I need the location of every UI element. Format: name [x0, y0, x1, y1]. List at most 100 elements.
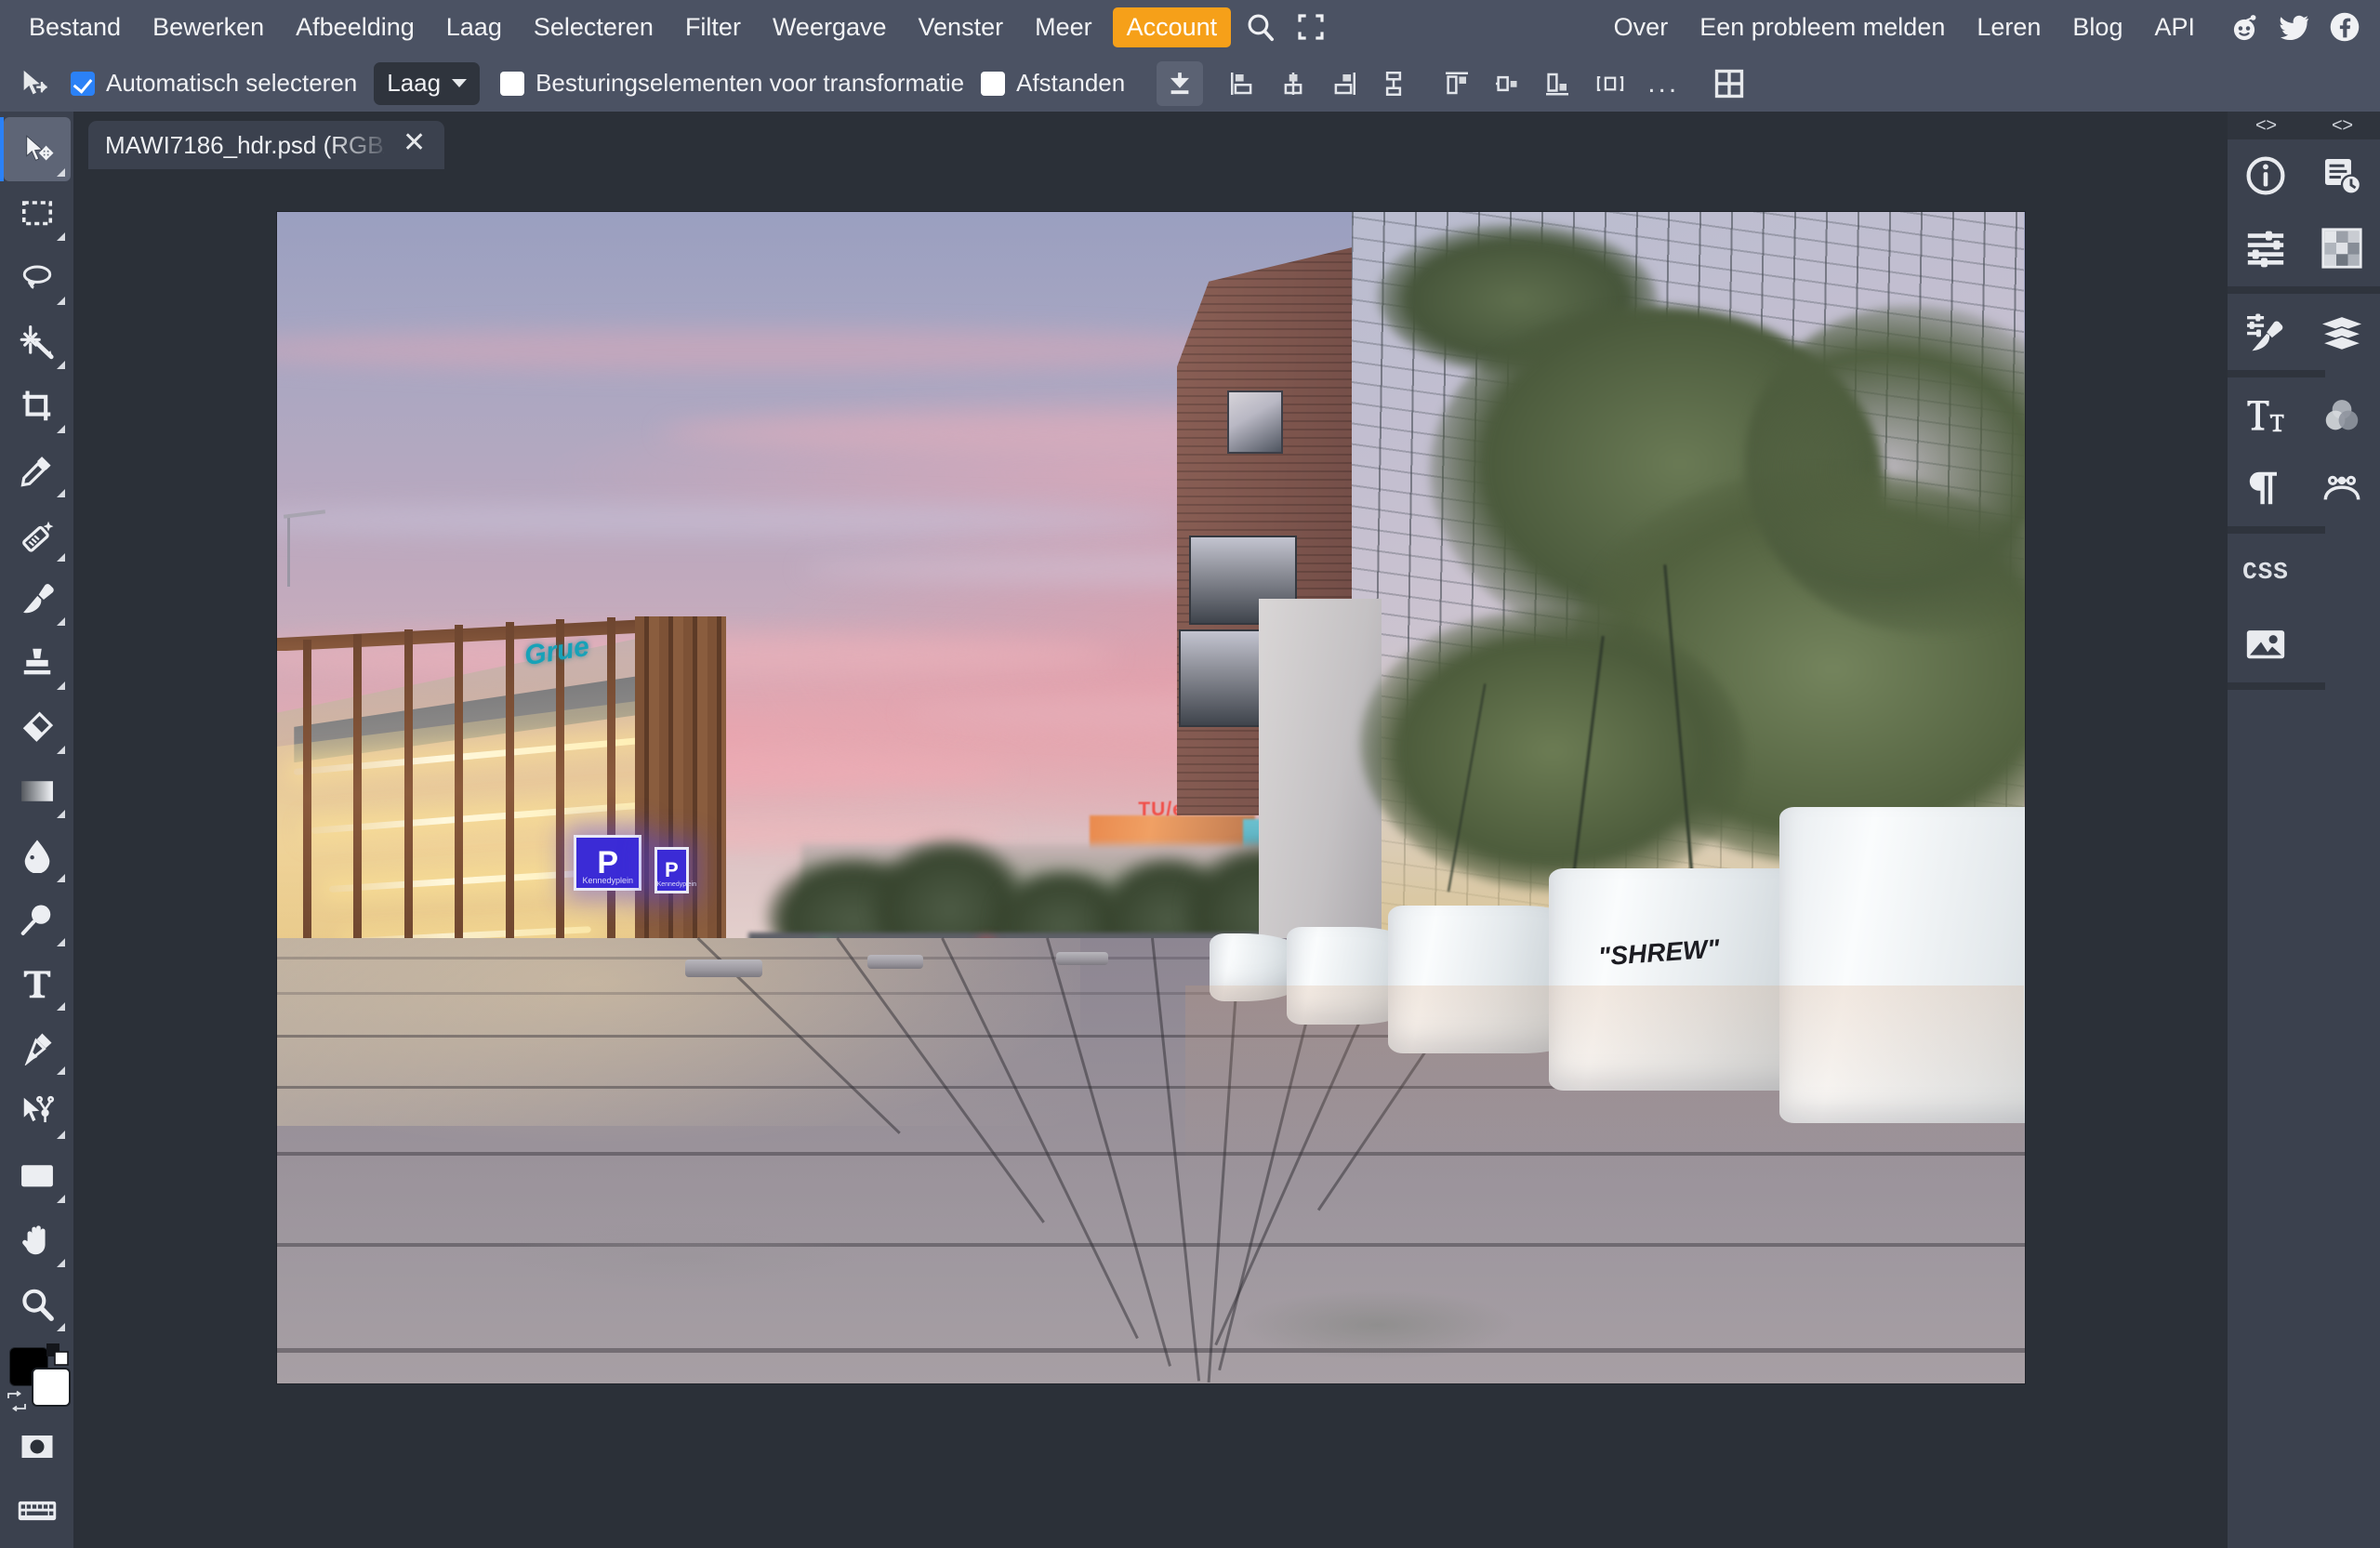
- menu-blog[interactable]: Blog: [2056, 7, 2138, 48]
- panel-brush-settings[interactable]: [2228, 296, 2304, 368]
- collapse-left-icon[interactable]: < >: [2255, 115, 2277, 137]
- menu-meer[interactable]: Meer: [1019, 7, 1108, 48]
- tool-lasso[interactable]: [4, 245, 71, 310]
- menu-report-problem[interactable]: Een probleem melden: [1684, 7, 1961, 48]
- panel-adjustments[interactable]: [2228, 212, 2304, 284]
- document-image[interactable]: TU/e Grue P Kennedyplein P Kennedyplein …: [276, 212, 2025, 1383]
- tool-path-select[interactable]: [4, 1079, 71, 1144]
- tool-expand-corner-icon: [56, 297, 65, 305]
- panel-paths[interactable]: [2304, 452, 2380, 524]
- scope-select[interactable]: Laag: [374, 61, 481, 105]
- tool-healing-brush[interactable]: [4, 502, 71, 566]
- transform-controls-checkbox[interactable]: [500, 71, 525, 96]
- tool-pen[interactable]: [4, 1015, 71, 1079]
- tool-move[interactable]: [0, 117, 71, 181]
- tool-zoom[interactable]: [4, 1272, 71, 1336]
- social-links: [2224, 7, 2365, 47]
- tool-stamp[interactable]: [4, 630, 71, 695]
- scope-select-value: Laag: [387, 69, 442, 97]
- panel-history[interactable]: [2304, 139, 2380, 212]
- panel-css[interactable]: CSS: [2228, 536, 2304, 608]
- tool-magic-wand[interactable]: [4, 310, 71, 374]
- menu-weergave[interactable]: Weergave: [757, 7, 903, 48]
- more-options-button[interactable]: ...: [1638, 68, 1688, 99]
- menu-bewerken[interactable]: Bewerken: [137, 7, 280, 48]
- search-icon[interactable]: [1238, 5, 1283, 49]
- panel-assets[interactable]: [2228, 608, 2304, 681]
- panel-paragraph[interactable]: [2228, 452, 2304, 524]
- white-wall-panel: [1259, 598, 1382, 962]
- keyboard-shortcuts-button[interactable]: [4, 1478, 71, 1542]
- auto-select-checkbox[interactable]: [71, 71, 95, 96]
- plaza-bench: [1055, 952, 1109, 966]
- tool-expand-corner-icon: [56, 168, 65, 177]
- pavement-light-reflection: [276, 938, 1081, 1126]
- panel-color[interactable]: [2304, 379, 2380, 452]
- panel-divider: [2228, 286, 2380, 294]
- color-swatches[interactable]: [4, 1343, 71, 1414]
- tool-type[interactable]: [4, 951, 71, 1015]
- tool-eyedropper[interactable]: [4, 438, 71, 502]
- distribute-horizontal-button[interactable]: [1584, 61, 1636, 106]
- tool-dodge[interactable]: [4, 887, 71, 951]
- tool-shape[interactable]: [4, 1144, 71, 1208]
- default-colors-icon[interactable]: [46, 1343, 71, 1368]
- tool-expand-corner-icon: [56, 617, 65, 626]
- close-icon[interactable]: ✕: [397, 129, 431, 161]
- document-tab[interactable]: MAWI7186_hdr.psd (RGB/16 ✕: [88, 121, 445, 169]
- align-center-horizontal-button[interactable]: [1270, 61, 1316, 106]
- collapse-right-icon[interactable]: < >: [2332, 115, 2353, 137]
- align-bottom-button[interactable]: [1534, 61, 1580, 106]
- transform-controls-option[interactable]: Besturingselementen voor transformatie: [500, 69, 964, 98]
- pavement-joint-horizontal: [276, 1348, 2025, 1354]
- document-tab-title: MAWI7186_hdr.psd (RGB/16: [105, 130, 384, 159]
- menu-leren[interactable]: Leren: [1961, 7, 2056, 48]
- canvas-viewport[interactable]: TU/e Grue P Kennedyplein P Kennedyplein …: [73, 169, 2228, 1548]
- account-button[interactable]: Account: [1112, 7, 1232, 47]
- distribute-vertical-button[interactable]: [1370, 61, 1417, 106]
- tool-crop[interactable]: [4, 374, 71, 438]
- distances-option[interactable]: Afstanden: [981, 69, 1125, 98]
- menu-filter[interactable]: Filter: [669, 7, 757, 48]
- menu-bar: Bestand Bewerken Afbeelding Laag Selecte…: [0, 0, 2380, 54]
- parking-sign-primary: P Kennedyplein: [574, 835, 642, 891]
- panel-character[interactable]: [2228, 379, 2304, 452]
- tool-blur[interactable]: [4, 823, 71, 887]
- arrange-windows-icon[interactable]: [1703, 61, 1755, 106]
- tool-expand-corner-icon: [56, 1002, 65, 1011]
- facebook-icon[interactable]: [2324, 7, 2365, 47]
- menu-selecteren[interactable]: Selecteren: [518, 7, 669, 48]
- tool-rectangle-select[interactable]: [4, 181, 71, 245]
- fullscreen-icon[interactable]: [1289, 5, 1333, 49]
- tool-gradient[interactable]: [4, 759, 71, 823]
- align-right-button[interactable]: [1320, 61, 1367, 106]
- swap-colors-icon[interactable]: [6, 1390, 28, 1412]
- tool-expand-corner-icon: [56, 489, 65, 497]
- align-left-button[interactable]: [1220, 61, 1266, 106]
- align-top-button[interactable]: [1434, 61, 1480, 106]
- panel-layers[interactable]: [2304, 296, 2380, 368]
- reddit-icon[interactable]: [2224, 7, 2265, 47]
- workspace: MAWI7186_hdr.psd (RGB/16 ✕ TU/e: [0, 112, 2380, 1548]
- menu-bestand[interactable]: Bestand: [13, 7, 137, 48]
- auto-select-option[interactable]: Automatisch selecteren: [71, 69, 357, 98]
- tool-eraser[interactable]: [4, 695, 71, 759]
- panel-info[interactable]: [2228, 139, 2304, 212]
- tool-expand-corner-icon: [56, 681, 65, 690]
- download-button[interactable]: [1157, 60, 1204, 106]
- menu-laag[interactable]: Laag: [430, 7, 518, 48]
- move-tool-icon[interactable]: [13, 63, 56, 104]
- tool-brush[interactable]: [4, 566, 71, 630]
- align-middle-vertical-button[interactable]: [1484, 61, 1530, 106]
- panel-swatches[interactable]: [2304, 212, 2380, 284]
- chevron-down-icon: [452, 79, 468, 87]
- menu-api[interactable]: API: [2138, 7, 2211, 48]
- distances-checkbox[interactable]: [981, 71, 1006, 96]
- quick-mask-button[interactable]: [4, 1414, 71, 1478]
- menu-afbeelding[interactable]: Afbeelding: [280, 7, 430, 48]
- tool-hand[interactable]: [4, 1208, 71, 1272]
- menu-venster[interactable]: Venster: [903, 7, 1020, 48]
- background-color-swatch[interactable]: [31, 1368, 71, 1407]
- menu-over[interactable]: Over: [1598, 7, 1685, 48]
- twitter-icon[interactable]: [2274, 7, 2315, 47]
